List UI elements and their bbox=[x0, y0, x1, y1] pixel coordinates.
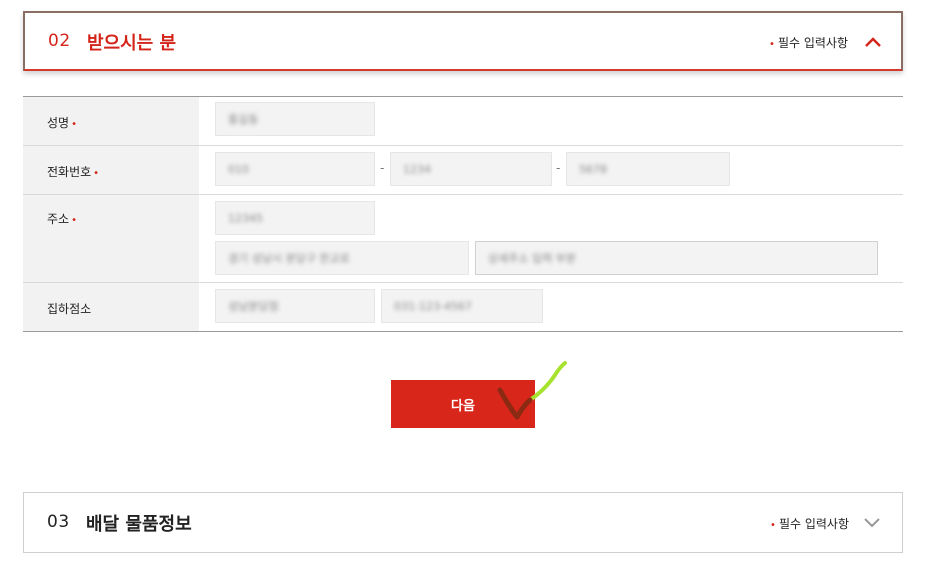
address-detail-value: 상세주소 입력 부분 bbox=[488, 252, 576, 265]
required-dot: • bbox=[93, 168, 100, 179]
required-note-text: 필수 입력사항 bbox=[777, 36, 848, 50]
next-button[interactable]: 다음 bbox=[391, 380, 535, 428]
label-name: 성명 bbox=[47, 116, 70, 130]
required-dot: • bbox=[71, 119, 77, 130]
required-dot: • bbox=[71, 215, 77, 226]
phone-separator: - bbox=[380, 161, 385, 175]
form-row-phone: 전화번호 • 010 - 1234 - 5678 bbox=[23, 146, 903, 195]
postal-code-value: 12345 bbox=[228, 211, 263, 225]
form-row-name: 성명 • 홍길동 bbox=[23, 97, 903, 146]
phone-value-2: 1234 bbox=[403, 162, 431, 176]
name-input[interactable]: 홍길동 bbox=[215, 102, 375, 136]
address-input[interactable]: 경기 성남시 분당구 판교로 bbox=[215, 241, 469, 275]
chevron-down-icon[interactable] bbox=[862, 516, 882, 530]
form-row-pickup-branch: 집하점소 성남분당점 031-123-4567 bbox=[23, 283, 903, 332]
row-label: 집하점소 bbox=[23, 283, 199, 331]
row-label: 주소 • bbox=[23, 195, 199, 282]
required-note: • 필수 입력사항 bbox=[770, 515, 849, 532]
section-number: 03 bbox=[47, 512, 70, 532]
label-address: 주소 bbox=[47, 212, 70, 226]
pickup-branch-phone: 031-123-4567 bbox=[394, 299, 472, 313]
phone-input-1[interactable]: 010 bbox=[215, 152, 375, 186]
form-row-address: 주소 • 12345 경기 성남시 분당구 판교로 상세주소 입력 부분 bbox=[23, 195, 903, 283]
phone-separator: - bbox=[556, 161, 561, 175]
row-label: 전화번호 • bbox=[23, 146, 199, 194]
postal-code-input[interactable]: 12345 bbox=[215, 201, 375, 235]
pickup-branch-name: 성남분당점 bbox=[228, 300, 279, 313]
section-title: 배달 물품정보 bbox=[86, 514, 192, 535]
phone-input-2[interactable]: 1234 bbox=[390, 152, 552, 186]
section-recipient-header[interactable]: 02 받으시는 분 • 필수 입력사항 bbox=[23, 11, 903, 71]
required-note: • 필수 입력사항 bbox=[769, 34, 848, 51]
label-phone: 전화번호 bbox=[47, 165, 92, 179]
required-dot: • bbox=[769, 39, 775, 50]
phone-value-3: 5678 bbox=[579, 162, 607, 176]
pickup-branch-phone-field: 031-123-4567 bbox=[381, 289, 543, 323]
section-title: 받으시는 분 bbox=[87, 33, 177, 54]
section-number: 02 bbox=[48, 31, 71, 51]
chevron-up-icon[interactable] bbox=[863, 35, 883, 49]
address-value: 경기 성남시 분당구 판교로 bbox=[228, 252, 350, 265]
phone-input-3[interactable]: 5678 bbox=[566, 152, 730, 186]
section-delivery-header[interactable]: 03 배달 물품정보 • 필수 입력사항 bbox=[23, 492, 903, 553]
row-label: 성명 • bbox=[23, 97, 199, 145]
label-pickup-branch: 집하점소 bbox=[47, 302, 92, 316]
pickup-branch-name-field: 성남분당점 bbox=[215, 289, 375, 323]
required-dot: • bbox=[770, 520, 776, 531]
phone-value-1: 010 bbox=[228, 162, 249, 176]
name-value: 홍길동 bbox=[228, 113, 259, 126]
address-detail-input[interactable]: 상세주소 입력 부분 bbox=[475, 241, 878, 275]
required-note-text: 필수 입력사항 bbox=[778, 517, 849, 531]
